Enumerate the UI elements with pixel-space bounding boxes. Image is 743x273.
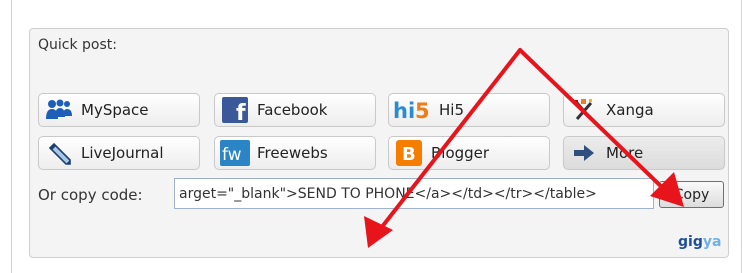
blogger-icon: B <box>393 139 425 167</box>
livejournal-button[interactable]: LiveJournal <box>38 136 200 170</box>
quick-post-title: Quick post: <box>38 37 117 53</box>
hi5-icon: hi 5 <box>393 96 433 124</box>
copy-button[interactable]: Copy <box>659 181 724 208</box>
livejournal-label: LiveJournal <box>81 144 164 162</box>
arrow-right-icon <box>568 139 600 167</box>
gigya-logo-part1: gig <box>678 234 703 250</box>
gigya-logo-part2: ya <box>702 234 722 250</box>
facebook-icon: f <box>219 96 251 124</box>
xanga-label: Xanga <box>606 101 654 119</box>
livejournal-icon <box>43 139 75 167</box>
embed-code-field[interactable] <box>174 178 654 209</box>
svg-text:5: 5 <box>415 99 430 123</box>
myspace-button[interactable]: MySpace <box>38 93 200 127</box>
gigya-logo[interactable]: gigya <box>678 234 721 250</box>
svg-text:hi: hi <box>393 99 415 123</box>
more-button[interactable]: More <box>563 136 725 170</box>
xanga-button[interactable]: Xanga <box>563 93 725 127</box>
hi5-label: Hi5 <box>439 101 464 119</box>
freewebs-icon: fw <box>219 139 251 167</box>
svg-text:fw: fw <box>222 145 242 165</box>
xanga-icon <box>568 96 600 124</box>
hi5-button[interactable]: hi 5 Hi5 <box>388 93 550 127</box>
freewebs-button[interactable]: fw Freewebs <box>214 136 376 170</box>
more-label: More <box>606 144 644 162</box>
myspace-label: MySpace <box>81 101 149 119</box>
copy-code-label: Or copy code: <box>38 186 143 204</box>
blogger-label: Blogger <box>431 144 490 162</box>
myspace-icon <box>43 96 75 124</box>
blogger-button[interactable]: B Blogger <box>388 136 550 170</box>
svg-text:f: f <box>236 101 246 123</box>
facebook-button[interactable]: f Facebook <box>214 93 376 127</box>
facebook-label: Facebook <box>257 101 328 119</box>
svg-text:B: B <box>402 144 416 165</box>
freewebs-label: Freewebs <box>257 144 328 162</box>
